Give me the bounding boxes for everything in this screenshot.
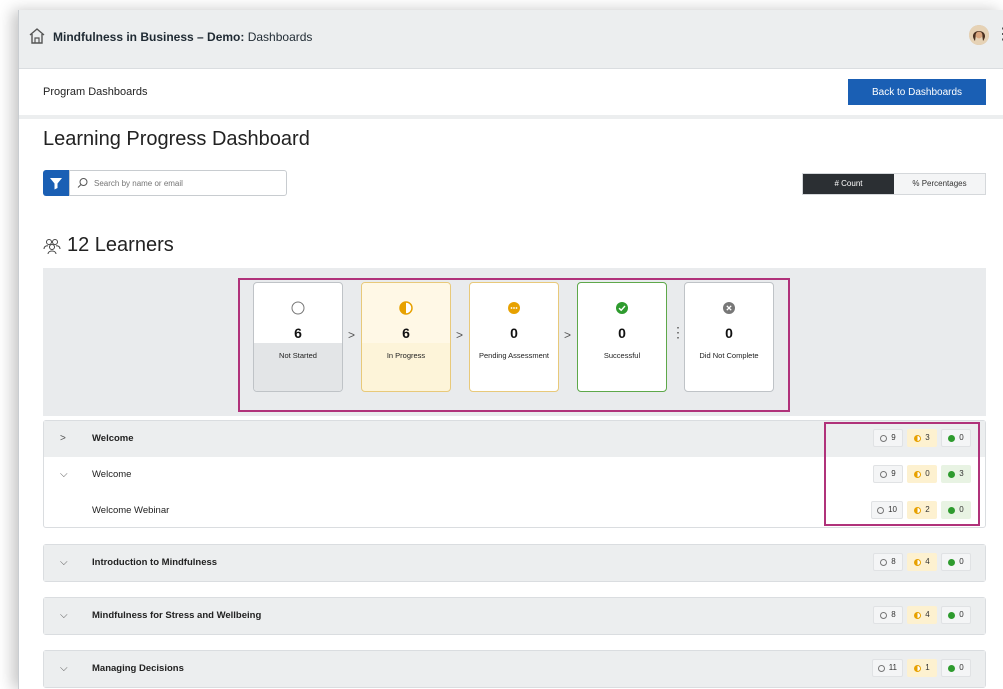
program-name: Mindfulness in Business – Demo:	[53, 30, 245, 44]
half-circle-icon	[914, 558, 922, 566]
home-icon[interactable]	[27, 26, 47, 46]
green-dot-icon	[948, 664, 956, 672]
search-icon	[77, 178, 88, 188]
check-circle-icon	[616, 302, 628, 314]
in-progress-badge: 1	[907, 659, 937, 677]
pending-assessment-count: 0	[510, 325, 518, 341]
not-started-badge: 11	[871, 659, 903, 677]
did-not-complete-label: Did Not Complete	[699, 351, 759, 360]
module-name: Introduction to Mindfulness	[92, 557, 218, 568]
did-not-complete-count: 0	[725, 325, 733, 341]
learners-heading: 12 Learners	[43, 234, 174, 257]
successful-count: 0	[618, 325, 626, 341]
module-managing-decisions: ⌵ Managing Decisions 11 1 0	[43, 650, 986, 688]
badges-highlight	[824, 422, 980, 526]
in-progress-badge: 4	[907, 606, 937, 624]
app-title: Mindfulness in Business – Demo: Dashboar…	[53, 30, 312, 44]
avatar[interactable]	[969, 25, 989, 45]
successful-card[interactable]: 0 Successful	[577, 282, 667, 392]
chevron-right-icon: >	[348, 328, 356, 342]
empty-circle-icon	[880, 611, 888, 619]
successful-badge: 0	[941, 659, 971, 677]
badge-count: 8	[891, 610, 896, 619]
module-header-managing-decisions[interactable]: ⌵ Managing Decisions 11 1 0	[44, 651, 985, 687]
not-started-badge: 8	[873, 606, 903, 624]
users-icon	[43, 238, 61, 254]
empty-circle-icon	[291, 301, 305, 315]
pending-assessment-label: Pending Assessment	[478, 351, 550, 360]
vertical-dots-icon: ⋮	[671, 324, 685, 340]
badge-count: 8	[891, 557, 896, 566]
breadcrumb[interactable]: Program Dashboards	[43, 86, 148, 98]
count-percent-toggle: # Count % Percentages	[802, 173, 986, 195]
not-started-count: 6	[294, 325, 302, 341]
lesson-name: Welcome Webinar	[92, 505, 170, 516]
count-toggle-button[interactable]: # Count	[803, 174, 894, 194]
app-section: Dashboards	[244, 30, 313, 44]
page-title: Learning Progress Dashboard	[43, 128, 310, 150]
percentages-toggle-button[interactable]: % Percentages	[894, 174, 985, 194]
successful-label: Successful	[603, 351, 641, 360]
badge-count: 0	[959, 663, 964, 672]
in-progress-count: 6	[402, 325, 410, 341]
pending-assessment-card[interactable]: 0 Pending Assessment	[469, 282, 559, 392]
half-circle-icon	[914, 611, 922, 619]
user-avatar-icon	[969, 25, 989, 45]
not-started-badge: 8	[873, 553, 903, 571]
module-name: Managing Decisions	[92, 663, 184, 674]
chevron-down-icon[interactable]: ⌵	[60, 469, 68, 480]
sub-header: Program Dashboards Back to Dashboards	[19, 69, 1003, 119]
badge-count: 11	[888, 663, 897, 672]
in-progress-badge: 4	[907, 553, 937, 571]
badge-count: 4	[925, 610, 930, 619]
empty-circle-icon	[877, 664, 885, 672]
x-circle-icon	[723, 302, 735, 314]
status-funnel: 6 Not Started > 6 In Progress > 0 Pendin…	[43, 268, 986, 416]
status-badges: 8 4 0	[873, 553, 971, 571]
chevron-right-icon: >	[564, 328, 572, 342]
not-started-card[interactable]: 6 Not Started	[253, 282, 343, 392]
badge-count: 0	[959, 557, 964, 566]
filter-button[interactable]	[43, 170, 69, 196]
chevron-down-icon[interactable]: ⌵	[60, 663, 68, 674]
module-introduction: ⌵ Introduction to Mindfulness 8 4 0	[43, 544, 986, 582]
module-header-introduction[interactable]: ⌵ Introduction to Mindfulness 8 4 0	[44, 545, 985, 581]
not-started-label: Not Started	[279, 351, 317, 360]
in-progress-card[interactable]: 6 In Progress	[361, 282, 451, 392]
module-stress-wellbeing: ⌵ Mindfulness for Stress and Wellbeing 8…	[43, 597, 986, 635]
chevron-right-icon[interactable]: >	[60, 433, 66, 444]
chevron-right-icon: >	[456, 328, 464, 342]
more-menu-icon[interactable]: ⋮	[995, 25, 1003, 45]
app-bar: Mindfulness in Business – Demo: Dashboar…	[19, 10, 1003, 69]
did-not-complete-card[interactable]: 0 Did Not Complete	[684, 282, 774, 392]
chevron-down-icon[interactable]: ⌵	[60, 610, 68, 621]
in-progress-label: In Progress	[386, 351, 426, 360]
empty-circle-icon	[880, 558, 888, 566]
status-badges: 11 1 0	[871, 659, 971, 677]
module-name: Welcome	[92, 433, 134, 444]
status-badges: 8 4 0	[873, 606, 971, 624]
lesson-name: Welcome	[92, 469, 132, 480]
half-circle-icon	[914, 664, 922, 672]
badge-count: 4	[925, 557, 930, 566]
badge-count: 1	[925, 663, 930, 672]
module-name: Mindfulness for Stress and Wellbeing	[92, 610, 262, 621]
learners-count: 12 Learners	[67, 234, 174, 256]
filter-icon	[50, 178, 62, 190]
search-input[interactable]	[92, 174, 286, 192]
search-box	[69, 170, 287, 196]
half-circle-icon	[399, 301, 413, 315]
green-dot-icon	[948, 611, 956, 619]
app-window: Mindfulness in Business – Demo: Dashboar…	[18, 10, 1003, 689]
badge-count: 0	[959, 610, 964, 619]
back-to-dashboards-button[interactable]: Back to Dashboards	[848, 79, 986, 105]
ellipsis-circle-icon	[508, 302, 520, 314]
successful-badge: 0	[941, 553, 971, 571]
module-header-stress-wellbeing[interactable]: ⌵ Mindfulness for Stress and Wellbeing 8…	[44, 598, 985, 634]
successful-badge: 0	[941, 606, 971, 624]
chevron-down-icon[interactable]: ⌵	[60, 557, 68, 568]
green-dot-icon	[948, 558, 956, 566]
